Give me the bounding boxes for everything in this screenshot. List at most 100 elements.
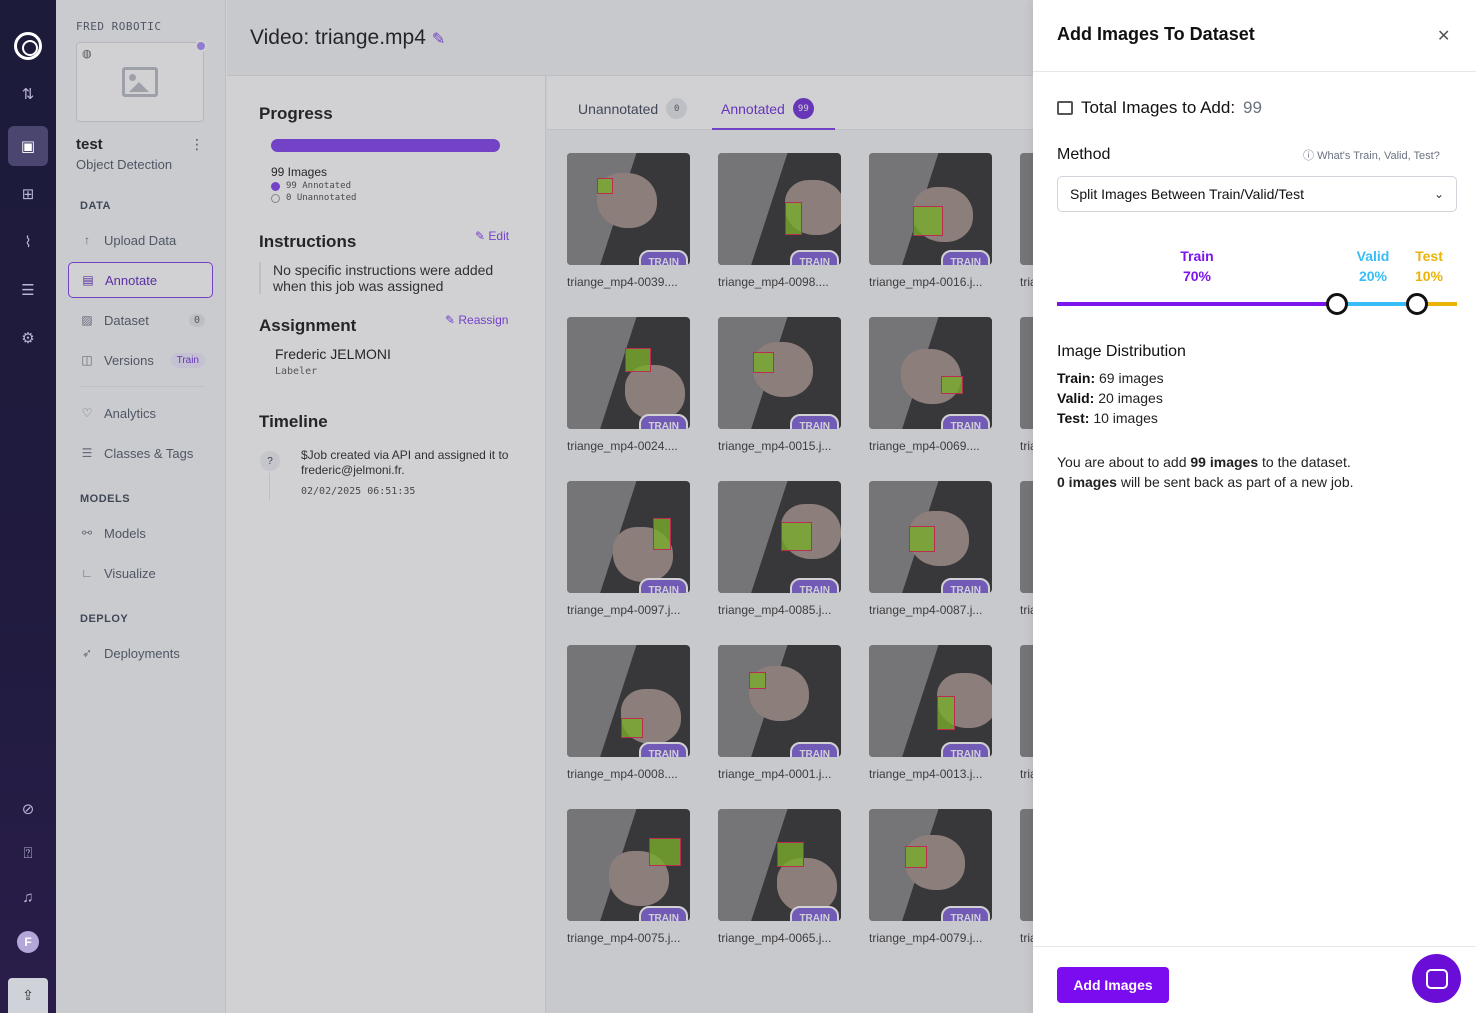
dist-value: 10 images [1093, 410, 1158, 426]
sidebar-item-upload[interactable]: ↑ Upload Data [68, 222, 213, 258]
image-thumbnail: TRAIN [718, 481, 841, 593]
sidebar-item-classes[interactable]: ☰ Classes & Tags [68, 435, 213, 471]
avatar[interactable]: F [17, 931, 39, 953]
tab-unannotated[interactable]: Unannotated 0 [578, 98, 688, 119]
close-icon[interactable]: ✕ [1437, 26, 1450, 46]
split-badge: TRAIN [790, 906, 839, 921]
unannotated-label: 0 Unannotated [286, 193, 357, 203]
note-text: You are about to add [1057, 454, 1191, 470]
file-name: tria [1020, 439, 1033, 453]
train-label: Train 70% [1167, 246, 1227, 286]
total-value: 99 [1243, 98, 1262, 117]
sidebar-item-models[interactable]: ⚯ Models [68, 515, 213, 551]
page-shape [1020, 481, 1033, 593]
image-card[interactable]: TRAIN triange_mp4-0013.j... [869, 645, 992, 781]
image-card[interactable]: TRAIN triange_mp4-0079.j... [869, 809, 992, 945]
total-images: Total Images to Add: 99 [1057, 98, 1262, 118]
upload-icon[interactable]: ⇪ [8, 978, 48, 1013]
versions-icon: ◫ [81, 353, 93, 367]
image-thumbnail: TRAIN [1020, 481, 1033, 593]
image-card[interactable]: TRAIN triange_mp4-0065.j... [718, 809, 841, 945]
projects-icon[interactable]: ▣ [8, 126, 48, 166]
project-thumbnail[interactable] [76, 42, 204, 122]
sidebar-item-label: Classes & Tags [104, 445, 194, 461]
workflows-icon[interactable]: ⊞ [0, 174, 56, 214]
sidebar-item-versions[interactable]: ◫ Versions Train [68, 342, 213, 378]
roboflow-logo-icon[interactable] [14, 32, 42, 60]
progress-heading: Progress [259, 104, 333, 123]
assignee-name: Frederic JELMONI [275, 346, 391, 362]
tab-label: Annotated [721, 100, 785, 117]
kebab-menu-icon[interactable]: ⋮ [190, 136, 204, 153]
bell-icon[interactable]: ♫ [0, 877, 56, 917]
image-card[interactable]: TRAIN triange_mp4-0075.j... [567, 809, 690, 945]
sidebar-item-analytics[interactable]: ♡ Analytics [68, 395, 213, 431]
explore-icon[interactable]: ⊘ [0, 789, 56, 829]
image-card[interactable]: TRAIN triange_mp4-0098.... [718, 153, 841, 289]
split-badge: TRAIN [790, 742, 839, 757]
valid-name: Valid [1356, 248, 1390, 264]
image-card[interactable]: TRAIN tria [1020, 809, 1033, 945]
tab-annotated[interactable]: Annotated 99 [721, 98, 814, 119]
sidebar-item-label: Deployments [104, 645, 180, 661]
image-card[interactable]: TRAIN triange_mp4-0008.... [567, 645, 690, 781]
image-card[interactable]: TRAIN triange_mp4-0001.j... [718, 645, 841, 781]
chat-launcher[interactable] [1412, 954, 1461, 1003]
list-icon: ☰ [81, 446, 93, 460]
image-card[interactable]: TRAIN tria [1020, 645, 1033, 781]
sidebar-item-label: Versions [104, 352, 154, 368]
method-select[interactable]: Split Images Between Train/Valid/Test ⌄ [1057, 176, 1457, 212]
sidebar-item-visualize[interactable]: ∟ Visualize [68, 555, 213, 591]
bounding-box [749, 672, 766, 689]
test-label: Test 10% [1399, 246, 1459, 286]
test-name: Test [1415, 248, 1443, 264]
add-images-button[interactable]: Add Images [1057, 967, 1169, 1003]
image-thumbnail: TRAIN [1020, 317, 1033, 429]
sidebar-item-annotate[interactable]: ▤ Annotate [68, 262, 213, 298]
annotate-icon: ▤ [82, 273, 94, 287]
sidebar-item-deployments[interactable]: ➶ Deployments [68, 635, 213, 671]
edit-pencil-icon[interactable]: ✎ [432, 31, 445, 48]
settings-icon[interactable]: ⚙ [0, 318, 56, 358]
reassign-link[interactable]: ✎ Reassign [445, 313, 508, 327]
add-images-panel: Add Images To Dataset ✕ Total Images to … [1033, 0, 1476, 1013]
image-card[interactable]: TRAIN triange_mp4-0085.j... [718, 481, 841, 617]
help-icon[interactable]: ⍰ [0, 833, 56, 873]
image-card[interactable]: TRAIN tria [1020, 317, 1033, 453]
file-name: tria [1020, 603, 1033, 617]
image-card[interactable]: TRAIN triange_mp4-0069.... [869, 317, 992, 453]
file-name: triange_mp4-0024.... [567, 439, 678, 453]
file-name: triange_mp4-0069.... [869, 439, 980, 453]
image-card[interactable]: TRAIN tria [1020, 481, 1033, 617]
image-card[interactable]: TRAIN triange_mp4-0087.j... [869, 481, 992, 617]
file-name: triange_mp4-0001.j... [718, 767, 832, 781]
train-valid-handle[interactable] [1326, 293, 1348, 315]
help-circle-icon: ⓘ [1303, 150, 1314, 162]
image-card[interactable]: TRAIN triange_mp4-0015.j... [718, 317, 841, 453]
sidebar-item-label: Annotate [105, 272, 158, 288]
timeline-heading: Timeline [259, 412, 328, 431]
image-thumbnail: TRAIN [869, 481, 992, 593]
image-card[interactable]: TRAIN triange_mp4-0024.... [567, 317, 690, 453]
file-name: triange_mp4-0065.j... [718, 931, 832, 945]
sidebar-item-dataset[interactable]: ▨ Dataset 0 [68, 302, 213, 338]
image-thumbnail: TRAIN [718, 317, 841, 429]
image-card[interactable]: TRAIN triange_mp4-0097.j... [567, 481, 690, 617]
project-sidebar: FRED ROBOTIC ◍ test ⋮ Object Detection D… [56, 0, 226, 1013]
image-grid: Unannotated 0 Annotated 99 TRAIN triange_mp… [547, 76, 1033, 1013]
help-link[interactable]: ⓘ What's Train, Valid, Test? [1303, 147, 1440, 163]
split-badge: TRAIN [941, 414, 990, 429]
image-card[interactable]: TRAIN tria [1020, 153, 1033, 289]
valid-test-handle[interactable] [1406, 293, 1428, 315]
dist-value: 20 images [1098, 390, 1163, 406]
edit-instructions-link[interactable]: ✎ Edit [475, 229, 509, 243]
analytics-rail-icon[interactable]: ⌇ [0, 222, 56, 262]
dist-label: Train: [1057, 370, 1096, 386]
chart-icon: ∟ [81, 566, 93, 580]
image-thumbnail: TRAIN [869, 809, 992, 921]
swap-arrows-icon[interactable]: ⇅ [0, 74, 56, 114]
database-icon[interactable]: ☰ [0, 270, 56, 310]
image-card[interactable]: TRAIN triange_mp4-0039.... [567, 153, 690, 289]
image-card[interactable]: TRAIN triange_mp4-0016.j... [869, 153, 992, 289]
note-bold: 99 images [1190, 454, 1259, 470]
